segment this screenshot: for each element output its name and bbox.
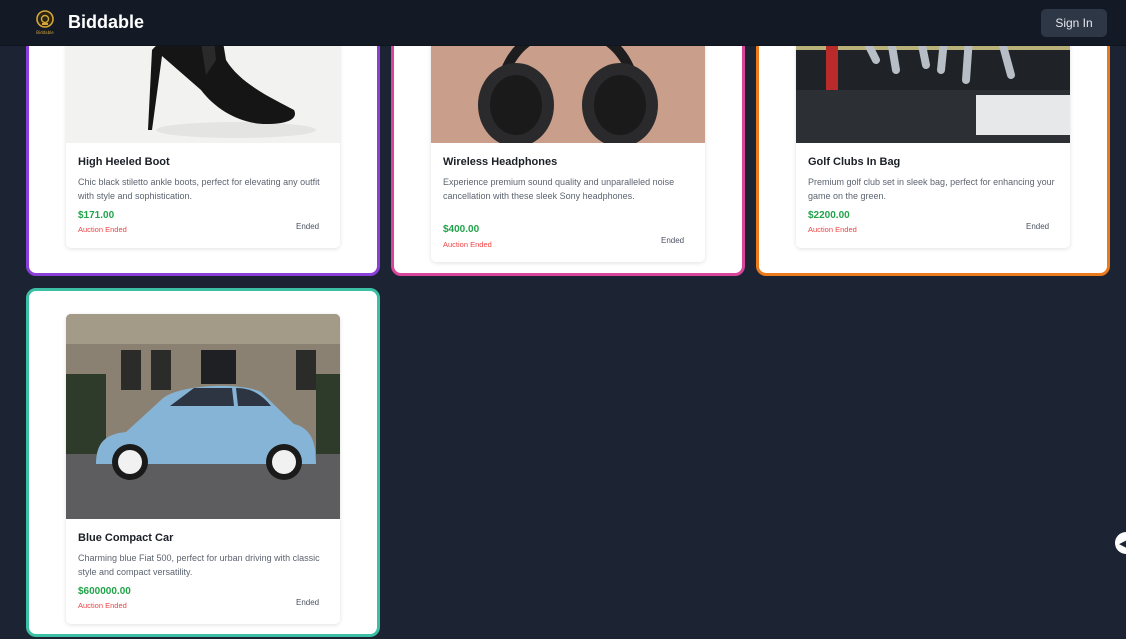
auction-title: Wireless Headphones [443, 156, 558, 168]
navbar: Biddable Biddable Sign In [0, 0, 1126, 46]
auction-description: Premium golf club set in sleek bag, perf… [808, 177, 1055, 201]
auction-status: Auction Ended [808, 225, 857, 234]
auction-card[interactable]: Blue Compact Car Charming blue Fiat 500,… [66, 314, 340, 624]
auction-title: High Heeled Boot [78, 156, 170, 168]
auction-title: Golf Clubs In Bag [808, 156, 901, 168]
auction-price: $400.00 [443, 224, 480, 235]
auction-title: Blue Compact Car [78, 532, 174, 544]
auction-status: Auction Ended [78, 225, 127, 234]
ended-badge: Ended [661, 236, 685, 245]
auction-description: Chic black stiletto ankle boots, perfect… [78, 177, 320, 201]
sign-in-button[interactable]: Sign In [1041, 9, 1107, 37]
auction-price: $600000.00 [78, 586, 131, 597]
auction-description: Experience premium sound quality and unp… [443, 177, 675, 201]
blue-car-image [66, 314, 340, 519]
auction-status: Auction Ended [78, 601, 127, 610]
chevron-left-icon[interactable]: ◀ [1115, 532, 1126, 554]
auction-description: Charming blue Fiat 500, perfect for urba… [78, 553, 320, 577]
auction-price: $171.00 [78, 210, 115, 221]
brand-name[interactable]: Biddable [68, 12, 144, 33]
auction-price: $2200.00 [808, 210, 850, 221]
ended-badge: Ended [296, 598, 320, 607]
ended-badge: Ended [1026, 222, 1050, 231]
biddable-logo-icon[interactable]: Biddable [33, 9, 57, 35]
svg-text:Biddable: Biddable [36, 30, 54, 35]
ended-badge: Ended [296, 222, 320, 231]
auction-status: Auction Ended [443, 240, 492, 249]
